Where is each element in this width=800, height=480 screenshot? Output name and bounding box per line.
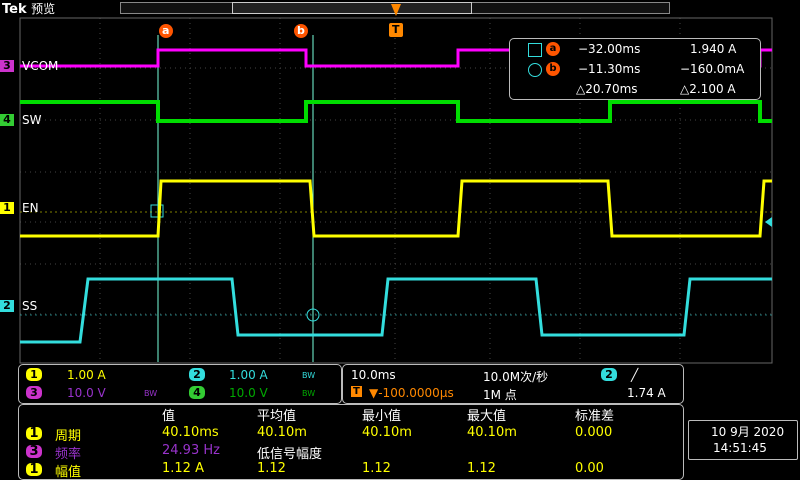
trigger-slope-icon: ╱ [631,368,639,382]
ch2-name: SS [22,299,38,313]
timebase: 10.0ms [351,368,396,382]
cursor-b-label: b [297,24,305,37]
trigger-level: 1.74 A [627,386,666,400]
cursor-b-value: −160.0mA [680,62,745,76]
datetime-panel: 10 9月 2020 14:51:45 [688,420,798,460]
meas-header-value: 值 [162,409,176,424]
cursor-a-badge: a [546,42,560,56]
trigger-channel-badge[interactable]: 2 [601,368,617,381]
date: 10 9月 2020 [711,425,785,439]
cursor-a-label: a [162,24,170,37]
ch4-badge[interactable]: 4 [0,114,14,126]
time: 14:51:45 [713,441,767,455]
meas-freq-value: 24.93 Hz [162,443,220,458]
meas-header-std: 标准差 [575,409,615,424]
meas-row-freq-name: 频率 [55,447,82,462]
ch2-bw-icon: BW [302,371,316,380]
meas-row-amp-badge: 1 [26,463,42,476]
measurement-panel[interactable]: 值 平均值 最小值 最大值 标准差 1 周期 40.10ms 40.10m 40… [18,404,684,480]
cursor-readout-panel[interactable]: a −32.00ms 1.940 A b −11.30ms −160.0mA △… [509,38,761,100]
horizontal-position: ▼-100.0000μs [369,386,454,400]
trigger-position-badge: T [351,386,362,397]
meas-header-mean: 平均值 [257,409,297,424]
cursor-a-value: 1.940 A [690,42,737,56]
ch4-bw-icon: BW [302,389,316,398]
sample-rate: 10.0M次/秒 [483,370,549,384]
cursor-a-square-icon [150,204,164,218]
ch2-badge[interactable]: 2 [0,300,14,312]
ch3-scale: 10.0 V [67,386,106,400]
meas-freq-note: 低信号幅度 [257,447,323,462]
meas-row-freq-badge: 3 [26,445,42,458]
meas-period-mean: 40.10m [257,425,307,440]
meas-period-max: 40.10m [467,425,517,440]
trigger-position-icon [391,4,401,16]
ch3-name: VCOM [22,59,59,73]
ch2-waveform [20,277,772,344]
horizontal-trigger-panel[interactable]: 10.0ms 10.0M次/秒 2 ╱ T ▼-100.0000μs 1M 点 … [342,364,684,404]
cursor-delta-value: △2.100 A [680,82,736,96]
meas-amp-std: 0.00 [575,461,604,476]
meas-row-period-badge: 1 [26,427,42,440]
meas-row-period-name: 周期 [55,429,82,444]
ch1-scale: 1.00 A [67,368,106,382]
meas-row-amp-name: 幅值 [55,465,82,480]
ch4-scale-badge[interactable]: 4 [189,386,205,399]
meas-amp-min: 1.12 [362,461,391,476]
ch2-scale: 1.00 A [229,368,268,382]
meas-amp-value: 1.12 A [162,461,204,476]
ch4-waveform [20,100,772,123]
meas-period-std: 0.000 [575,425,613,440]
ch1-scale-badge[interactable]: 1 [26,368,42,381]
cursor-b-circle-icon [528,63,542,77]
meas-header-max: 最大值 [467,409,507,424]
cursor-a-square-icon [528,43,542,57]
ch3-bw-icon: BW [144,389,158,398]
trigger-label: T [392,23,400,36]
ch4-name: SW [22,113,42,127]
ch1-name: EN [22,201,39,215]
cursor-delta-time: △20.70ms [576,82,638,96]
vertical-settings-panel[interactable]: 1 1.00 A 2 1.00 A BW 3 10.0 V BW 4 10.0 … [18,364,342,404]
meas-amp-mean: 1.12 [257,461,286,476]
cursor-b-badge: b [546,62,560,76]
ch1-waveform [20,179,772,238]
meas-amp-max: 1.12 [467,461,496,476]
trigger-level-icon [765,217,772,227]
ch4-scale: 10.0 V [229,386,268,400]
meas-period-min: 40.10m [362,425,412,440]
ch3-badge[interactable]: 3 [0,60,14,72]
ch1-badge[interactable]: 1 [0,202,14,214]
record-length: 1M 点 [483,388,517,402]
meas-period-value: 40.10ms [162,425,219,440]
meas-header-min: 最小值 [362,409,402,424]
cursor-a-time: −32.00ms [578,42,641,56]
ch2-scale-badge[interactable]: 2 [189,368,205,381]
ch3-scale-badge[interactable]: 3 [26,386,42,399]
cursor-b-time: −11.30ms [578,62,641,76]
